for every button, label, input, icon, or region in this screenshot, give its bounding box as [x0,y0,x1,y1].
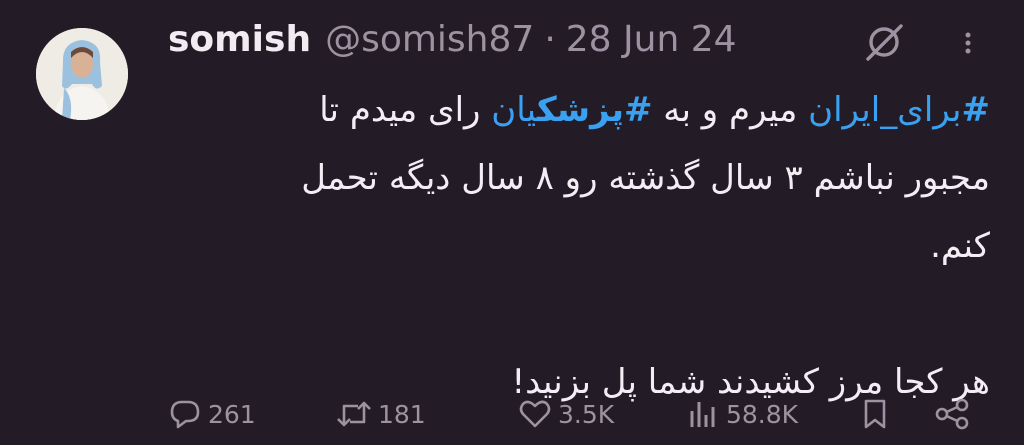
like-count: 3.5K [558,399,615,429]
bookmark-icon [864,399,886,429]
avatar-photo [36,28,128,120]
tweet-line-1: #برای_ایران میرم و به #پزشکیان رای میدم … [319,90,990,130]
more-dots-icon[interactable] [956,22,980,62]
like-button[interactable]: 3.5K [518,386,614,442]
bookmark-button[interactable] [858,386,892,442]
tweet-line-3: کنم. [930,226,990,266]
views-button[interactable]: 58.8K [686,386,798,442]
tweet-body: #برای_ایران میرم و به #پزشکیان رای میدم … [168,76,990,416]
retweet-count: 181 [378,399,426,429]
retweet-button[interactable]: 181 [336,386,426,442]
avatar[interactable] [36,28,128,120]
tweet-date[interactable]: 28 Jun 24 [566,14,737,66]
hashtag-bara-iran[interactable]: #برای_ایران [808,90,990,130]
tweet-line-2: مجبور نباشم ۳ سال گذشته رو ۸ سال دیگه تح… [301,158,990,198]
reply-button[interactable]: 261 [168,386,256,442]
heart-icon [519,400,551,428]
hashtag-pezeshkian[interactable]: #پزشکیان [491,90,652,130]
user-handle[interactable]: @somish87 [325,14,534,66]
reply-icon [170,400,200,429]
grok-icon[interactable] [862,22,906,62]
display-name[interactable]: somish [168,14,311,66]
retweet-icon [337,401,371,427]
reply-count: 261 [208,399,256,429]
views-icon [690,402,715,427]
views-count: 58.8K [726,399,799,429]
share-icon [935,398,969,430]
tweet-line-break [168,280,990,348]
separator-dot: · [544,19,556,60]
share-button[interactable] [932,386,972,442]
action-bar: 261 181 3.5K 58.8K [168,386,990,442]
tweet-header: somish @somish87 · 28 Jun 24 [168,14,737,66]
